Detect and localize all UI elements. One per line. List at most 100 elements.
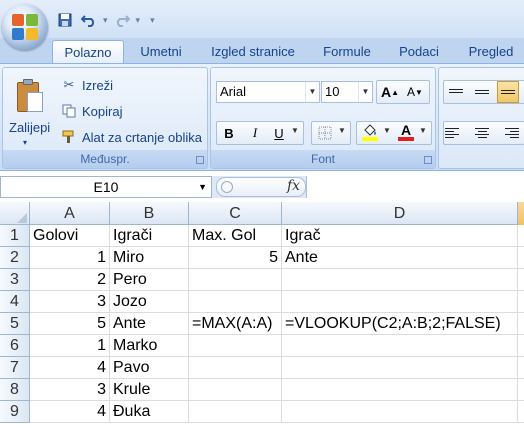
cell-b7[interactable]: Pavo (110, 357, 189, 379)
tab-formule[interactable]: Formule (314, 40, 380, 64)
cell-a9[interactable]: 4 (30, 401, 110, 423)
font-color-button[interactable]: A (395, 121, 417, 143)
cell-a7[interactable]: 4 (30, 357, 110, 379)
cell-e2[interactable] (518, 247, 524, 269)
tab-pregled[interactable]: Pregled (458, 40, 524, 64)
cut-button[interactable]: ✂ Izreži (61, 76, 114, 94)
column-header-d[interactable]: D (282, 202, 518, 225)
cell-a2[interactable]: 1 (30, 247, 110, 269)
cell-a4[interactable]: 3 (30, 291, 110, 313)
align-center-button[interactable] (471, 122, 493, 144)
redo-dropdown-icon[interactable]: ▾ (136, 15, 141, 26)
customize-qat-icon[interactable]: ▾ (150, 15, 155, 26)
underline-dropdown-icon[interactable]: ▼ (291, 126, 299, 135)
cell-d3[interactable] (282, 269, 518, 291)
row-header[interactable]: 3 (0, 269, 30, 291)
cell-a6[interactable]: 1 (30, 335, 110, 357)
borders-dropdown-icon[interactable]: ▼ (338, 126, 346, 135)
row-header[interactable]: 1 (0, 225, 30, 247)
cell-d8[interactable] (282, 379, 518, 401)
row-header[interactable]: 7 (0, 357, 30, 379)
font-size-combo[interactable]: 10 ▼ (321, 81, 373, 103)
align-middle-button[interactable] (471, 81, 493, 103)
cell-d1[interactable]: Igrač (282, 225, 518, 247)
cell-e6[interactable] (518, 335, 524, 357)
cell-e1[interactable] (518, 225, 524, 247)
cell-c5[interactable]: =MAX(A:A) (189, 313, 282, 335)
row-header[interactable]: 2 (0, 247, 30, 269)
italic-button[interactable]: I (244, 122, 266, 144)
cell-e4[interactable] (518, 291, 524, 313)
undo-dropdown-icon[interactable]: ▾ (103, 15, 108, 26)
cell-a5[interactable]: 5 (30, 313, 110, 335)
shrink-font-button[interactable]: A ▼ (404, 81, 426, 103)
clipboard-dialog-launcher-icon[interactable] (196, 156, 204, 164)
cell-e9[interactable] (518, 401, 524, 423)
grow-font-button[interactable]: A ▲ (379, 81, 401, 103)
cell-b6[interactable]: Marko (110, 335, 189, 357)
cell-b8[interactable]: Krule (110, 379, 189, 401)
office-button[interactable] (2, 4, 48, 50)
cell-b4[interactable]: Jozo (110, 291, 189, 313)
cell-d6[interactable] (282, 335, 518, 357)
formula-bar-splitter-icon[interactable] (221, 181, 233, 193)
cell-e3[interactable] (518, 269, 524, 291)
cell-e5[interactable] (518, 313, 524, 335)
fill-color-button[interactable] (359, 121, 381, 143)
align-right-button[interactable] (497, 122, 519, 144)
align-top-button[interactable] (445, 81, 467, 103)
tab-podaci[interactable]: Podaci (390, 40, 448, 64)
bold-button[interactable]: B (218, 122, 240, 144)
font-name-combo[interactable]: Arial ▼ (216, 81, 320, 103)
undo-icon[interactable] (79, 10, 99, 30)
cell-b5[interactable]: Ante (110, 313, 189, 335)
font-color-dropdown-icon[interactable]: ▼ (419, 126, 427, 135)
column-header-a[interactable]: A (30, 202, 110, 225)
cell-e8[interactable] (518, 379, 524, 401)
save-icon[interactable] (55, 10, 75, 30)
cell-e7[interactable] (518, 357, 524, 379)
row-header[interactable]: 6 (0, 335, 30, 357)
cell-d7[interactable] (282, 357, 518, 379)
cell-c8[interactable] (189, 379, 282, 401)
row-header[interactable]: 4 (0, 291, 30, 313)
cell-c4[interactable] (189, 291, 282, 313)
cell-a1[interactable]: Golovi (30, 225, 110, 247)
column-header-c[interactable]: C (189, 202, 282, 225)
formula-input[interactable] (306, 176, 524, 198)
tab-izgled-stranice[interactable]: Izgled stranice (202, 40, 304, 64)
row-header[interactable]: 9 (0, 401, 30, 423)
font-size-dropdown-icon[interactable]: ▼ (358, 82, 372, 102)
cell-b1[interactable]: Igrači (110, 225, 189, 247)
tab-umetni[interactable]: Umetni (130, 40, 192, 64)
cell-c2[interactable]: 5 (189, 247, 282, 269)
paste-dropdown-icon[interactable]: ▾ (23, 138, 27, 147)
select-all-button[interactable] (0, 202, 30, 225)
cell-a8[interactable]: 3 (30, 379, 110, 401)
font-name-dropdown-icon[interactable]: ▼ (305, 82, 319, 102)
cell-b9[interactable]: Đuka (110, 401, 189, 423)
cell-d9[interactable] (282, 401, 518, 423)
cell-d5[interactable]: =VLOOKUP(C2;A:B;2;FALSE) (282, 313, 518, 335)
underline-button[interactable]: U (268, 122, 290, 144)
row-header[interactable]: 5 (0, 313, 30, 335)
font-dialog-launcher-icon[interactable] (424, 156, 432, 164)
name-box[interactable]: E10 ▼ (0, 176, 212, 198)
insert-function-button[interactable]: fx (287, 178, 300, 194)
format-painter-button[interactable]: Alat za crtanje oblika (61, 128, 202, 146)
cell-c3[interactable] (189, 269, 282, 291)
cell-a3[interactable]: 2 (30, 269, 110, 291)
cell-c7[interactable] (189, 357, 282, 379)
redo-icon[interactable] (112, 10, 132, 30)
borders-button[interactable] (314, 122, 336, 144)
column-header-b[interactable]: B (110, 202, 189, 225)
cell-b2[interactable]: Miro (110, 247, 189, 269)
cell-c6[interactable] (189, 335, 282, 357)
row-header[interactable]: 8 (0, 379, 30, 401)
tab-polazno[interactable]: Polazno (52, 40, 124, 64)
cell-c1[interactable]: Max. Gol (189, 225, 282, 247)
cell-c9[interactable] (189, 401, 282, 423)
column-header-e[interactable] (518, 202, 524, 225)
cell-d2[interactable]: Ante (282, 247, 518, 269)
align-left-button[interactable] (445, 122, 467, 144)
